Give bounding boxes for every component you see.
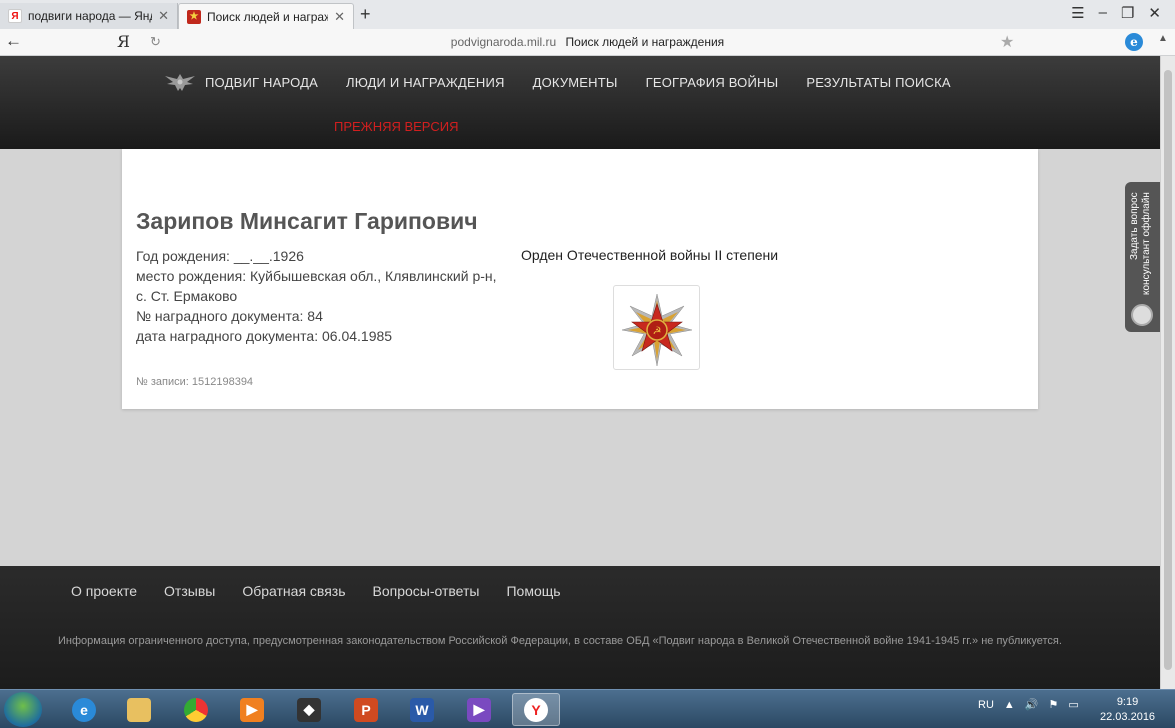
- footer-about[interactable]: О проекте: [71, 583, 137, 599]
- yandex-browser-icon: Y: [524, 697, 548, 722]
- previous-version-link[interactable]: ПРЕЖНЯЯ ВЕРСИЯ: [334, 119, 458, 134]
- ask-question-label: Задать вопрос: [1129, 192, 1140, 260]
- url-field[interactable]: podvignaroda.mil.ru Поиск людей и награж…: [0, 35, 1175, 49]
- footer-info: Информация ограниченного доступа, предус…: [58, 635, 1062, 647]
- footer-nav: О проекте Отзывы Обратная связь Вопросы-…: [71, 583, 588, 599]
- close-window-icon[interactable]: ✕: [1148, 4, 1161, 22]
- browser-tab-bar: Я подвиги народа — Яндекс: н ✕ ★ Поиск л…: [0, 0, 1175, 29]
- url-domain: podvignaroda.mil.ru: [450, 35, 557, 49]
- tray-expand-icon[interactable]: ▲: [1004, 699, 1015, 711]
- shield-icon: ◆: [297, 697, 321, 722]
- footer-help[interactable]: Помощь: [506, 583, 560, 599]
- main-nav: ПОДВИГ НАРОДА ЛЮДИ И НАГРАЖДЕНИЯ ДОКУМЕН…: [163, 71, 979, 93]
- tab-title: подвиги народа — Яндекс: н: [28, 9, 152, 23]
- record-number: № записи: 1512198394: [136, 376, 254, 388]
- system-tray: RU ▲ 🔊 ⚑ ▭: [978, 698, 1079, 712]
- site-header: ПОДВИГ НАРОДА ЛЮДИ И НАГРАЖДЕНИЯ ДОКУМЕН…: [0, 56, 1160, 149]
- visual-studio-icon: ▶: [467, 697, 491, 722]
- nav-podvig-naroda[interactable]: ПОДВИГ НАРОДА: [205, 75, 318, 90]
- award-image[interactable]: ☭: [613, 285, 700, 370]
- volume-icon[interactable]: 🔊: [1025, 698, 1039, 711]
- tab-title: Поиск людей и награжде: [207, 9, 328, 24]
- award-doc-date: дата наградного документа: 06.04.1985: [136, 328, 393, 344]
- person-name: Зарипов Минсагит Гарипович: [136, 208, 478, 234]
- yandex-icon: Я: [8, 9, 22, 23]
- address-bar: ← Я ↻ podvignaroda.mil.ru Поиск людей и …: [0, 29, 1175, 56]
- bookmark-star-icon[interactable]: ★: [1000, 32, 1014, 52]
- media-player-icon: ▶: [240, 697, 264, 722]
- close-tab-icon[interactable]: ✕: [158, 8, 169, 24]
- svg-text:☭: ☭: [653, 326, 662, 337]
- action-center-icon[interactable]: ⚑: [1048, 698, 1058, 711]
- minimize-icon[interactable]: –: [1099, 4, 1107, 22]
- scrollbar-thumb[interactable]: [1164, 70, 1172, 670]
- nav-documents[interactable]: ДОКУМЕНТЫ: [533, 75, 618, 90]
- footer-faq[interactable]: Вопросы-ответы: [373, 583, 480, 599]
- clock-time: 9:19: [1116, 696, 1139, 708]
- taskbar-media[interactable]: ▶: [228, 693, 276, 726]
- award-doc-number: № наградного документа: 84: [136, 308, 323, 324]
- person-facts: Год рождения: __.__.1926 место рождения:…: [136, 246, 501, 346]
- nav-people-awards[interactable]: ЛЮДИ И НАГРАЖДЕНИЯ: [346, 75, 505, 90]
- new-tab-button[interactable]: +: [360, 4, 371, 25]
- taskbar-powerpoint[interactable]: P: [342, 693, 390, 726]
- restore-icon[interactable]: ❐: [1121, 4, 1134, 22]
- award-name: Орден Отечественной войны II степени: [521, 247, 779, 263]
- taskbar-chrome[interactable]: [172, 693, 220, 726]
- nav-war-geography[interactable]: ГЕОГРАФИЯ ВОЙНЫ: [646, 75, 779, 90]
- footer-reviews[interactable]: Отзывы: [164, 583, 215, 599]
- podvig-icon: ★: [187, 9, 201, 24]
- footer-feedback[interactable]: Обратная связь: [242, 583, 345, 599]
- clock-date: 22.03.2016: [1100, 711, 1156, 723]
- page-viewport: ПОДВИГ НАРОДА ЛЮДИ И НАГРАЖДЕНИЯ ДОКУМЕН…: [0, 56, 1160, 689]
- taskbar-explorer[interactable]: [115, 693, 163, 726]
- page-scrollbar[interactable]: [1160, 56, 1175, 689]
- birth-year: Год рождения: __.__.1926: [136, 248, 304, 264]
- folder-icon: [127, 697, 151, 722]
- start-button-icon[interactable]: [4, 692, 42, 727]
- close-tab-icon[interactable]: ✕: [334, 9, 345, 25]
- consultant-avatar-icon: [1131, 304, 1153, 326]
- word-icon: W: [410, 697, 434, 722]
- language-indicator[interactable]: RU: [978, 699, 994, 711]
- ie-extension-icon[interactable]: e: [1125, 33, 1143, 51]
- tab-podvig-search[interactable]: ★ Поиск людей и награжде ✕: [178, 3, 354, 29]
- taskbar-yandex-browser[interactable]: Y: [512, 693, 560, 726]
- scroll-up-icon[interactable]: ▲: [1158, 33, 1168, 44]
- taskbar-word[interactable]: W: [398, 693, 446, 726]
- taskbar-clock[interactable]: 9:19 22.03.2016: [1100, 695, 1155, 725]
- network-icon[interactable]: ▭: [1068, 698, 1078, 711]
- eagle-emblem-icon[interactable]: [163, 71, 197, 93]
- tab-yandex-search[interactable]: Я подвиги народа — Яндекс: н ✕: [0, 3, 178, 29]
- order-patriotic-war-medal-icon: ☭: [621, 293, 693, 367]
- windows-taskbar: e ▶ ◆ P W ▶ Y RU ▲ 🔊 ⚑ ▭ 9:19 22.03.2016: [0, 689, 1175, 728]
- taskbar-security[interactable]: ◆: [285, 693, 333, 726]
- menu-icon[interactable]: ☰: [1071, 4, 1084, 22]
- window-controls: ☰ – ❐ ✕: [1071, 4, 1175, 22]
- birth-place: место рождения: Куйбышевская обл., Клявл…: [136, 268, 497, 304]
- ask-question-widget[interactable]: Задать вопрос консультант оффлайн: [1125, 182, 1160, 332]
- chrome-icon: [184, 697, 208, 722]
- taskbar-visual-studio[interactable]: ▶: [455, 693, 503, 726]
- nav-search-results[interactable]: РЕЗУЛЬТАТЫ ПОИСКА: [806, 75, 950, 90]
- ie-icon: e: [72, 697, 96, 722]
- taskbar-ie[interactable]: e: [60, 693, 108, 726]
- site-footer: О проекте Отзывы Обратная связь Вопросы-…: [0, 566, 1160, 689]
- person-card: Зарипов Минсагит Гарипович Год рождения:…: [122, 149, 1038, 409]
- url-page-title: Поиск людей и награждения: [565, 35, 725, 49]
- ask-question-text: Задать вопрос консультант оффлайн: [1129, 192, 1153, 297]
- consultant-status-label: консультант оффлайн: [1141, 192, 1152, 295]
- powerpoint-icon: P: [354, 697, 378, 722]
